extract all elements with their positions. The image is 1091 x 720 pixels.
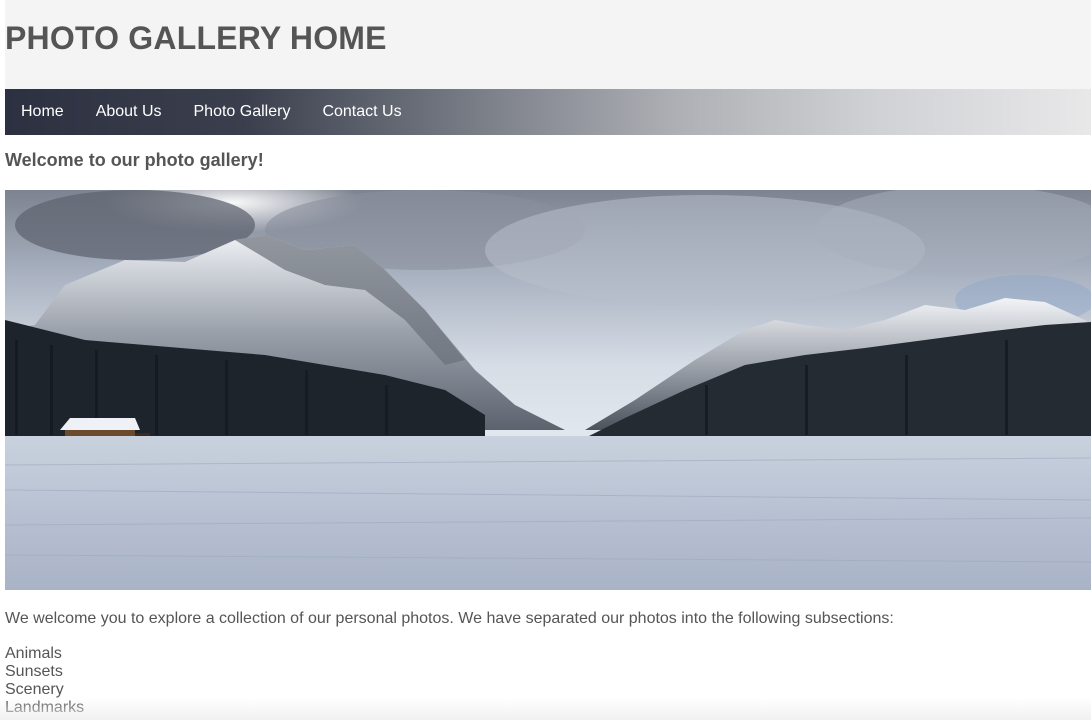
nav-home-link[interactable]: Home	[21, 89, 64, 135]
list-item: Scenery	[5, 681, 64, 698]
list-item: Landmarks	[5, 699, 85, 716]
list-item: Animals	[5, 645, 62, 662]
nav-about-us-link[interactable]: About Us	[96, 89, 162, 135]
welcome-heading: Welcome to our photo gallery!	[5, 150, 264, 170]
page-title: PHOTO GALLERY HOME	[5, 20, 387, 56]
subsection-list: Animals Sunsets Scenery Landmarks	[5, 645, 1091, 717]
page: PHOTO GALLERY HOME Home About Us Photo G…	[5, 0, 1091, 717]
nav-photo-gallery-link[interactable]: Photo Gallery	[194, 89, 291, 135]
list-item: Sunsets	[5, 663, 63, 680]
intro-text: We welcome you to explore a collection o…	[5, 610, 894, 627]
site-header: PHOTO GALLERY HOME	[5, 0, 1091, 89]
main-nav: Home About Us Photo Gallery Contact Us	[5, 89, 1091, 135]
panorama-photo	[5, 190, 1091, 590]
nav-contact-us-link[interactable]: Contact Us	[322, 89, 401, 135]
